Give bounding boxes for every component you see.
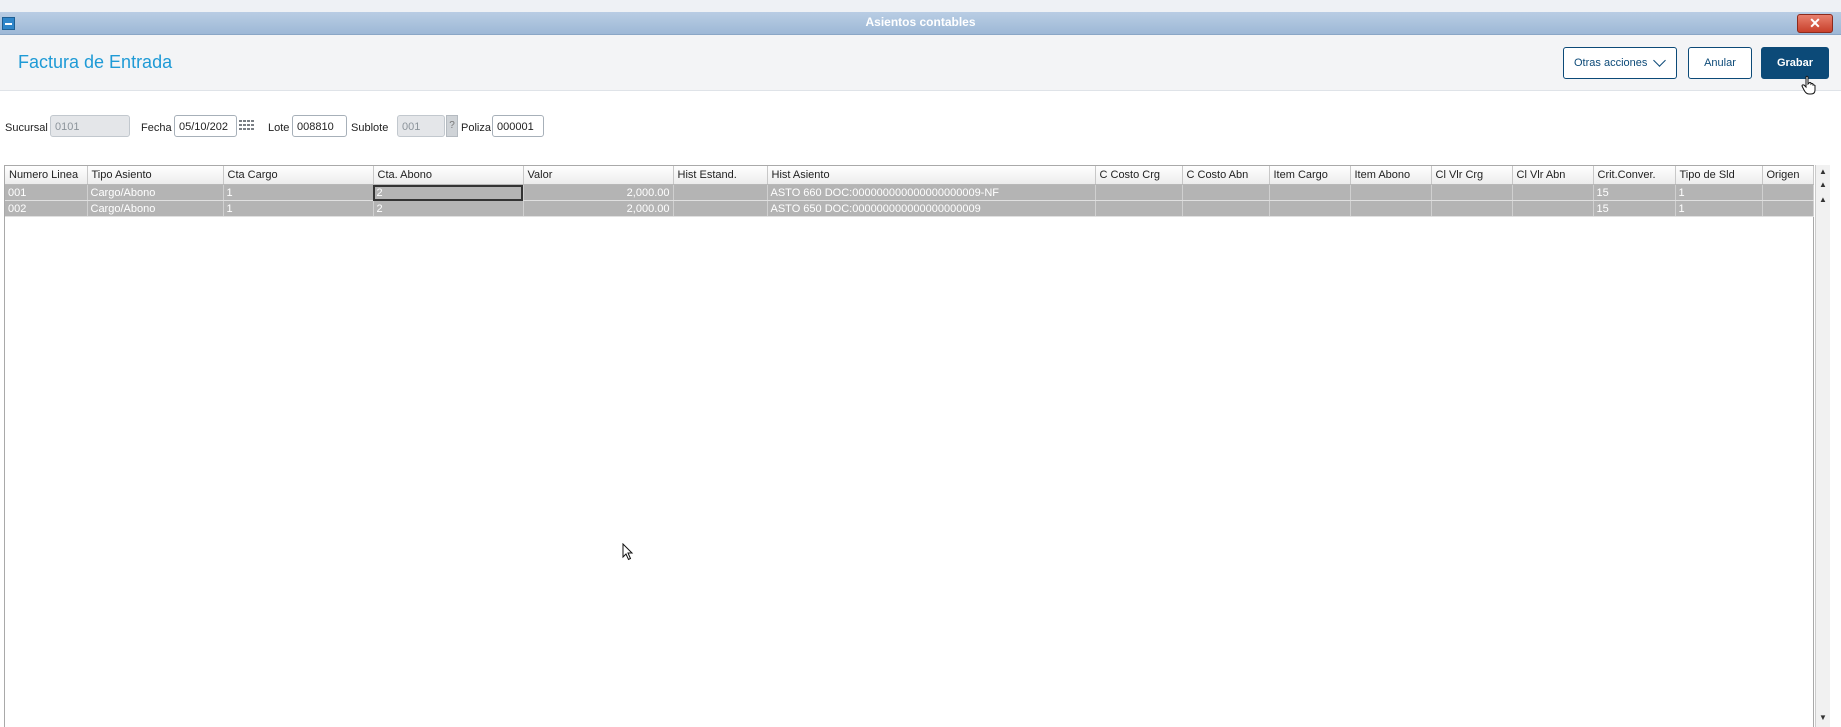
column-header[interactable]: Hist Asiento <box>767 166 1096 185</box>
column-header[interactable]: Tipo Asiento <box>87 166 224 185</box>
grid-cell[interactable] <box>1269 184 1351 201</box>
fecha-field[interactable]: 05/10/202 <box>174 115 237 137</box>
grid-cell[interactable] <box>1512 184 1594 201</box>
column-header[interactable]: Valor <box>523 166 674 185</box>
grid-header-row: Numero Linea Tipo Asiento Cta Cargo Cta.… <box>5 166 1814 185</box>
column-header[interactable]: Cl Vlr Abn <box>1512 166 1594 185</box>
other-actions-label: Otras acciones <box>1574 57 1648 69</box>
scroll-up-icon[interactable]: ▲ <box>1818 195 1828 206</box>
grid-cell[interactable] <box>673 200 768 217</box>
column-header[interactable]: Item Cargo <box>1269 166 1351 185</box>
page-title: Factura de Entrada <box>18 52 173 72</box>
scroll-page-up-icon[interactable]: ▲ <box>1818 180 1828 191</box>
grid-cell[interactable]: 002 <box>5 200 88 217</box>
window-titlebar: Asientos contables ✕ <box>0 12 1841 35</box>
table-row[interactable]: 001 Cargo/Abono 1 2 2,000.00 ASTO 660 DO… <box>5 184 1814 201</box>
grid-cell[interactable]: 1 <box>1675 200 1763 217</box>
column-header[interactable]: C Costo Abn <box>1182 166 1270 185</box>
grid-cell-focused[interactable]: 2 <box>373 184 524 201</box>
grid-cell[interactable] <box>1762 184 1814 201</box>
grid-cell[interactable]: 1 <box>1675 184 1763 201</box>
grid-cell[interactable]: ASTO 650 DOC:000000000000000000009 <box>767 200 1096 217</box>
cancel-button[interactable]: Anular <box>1688 47 1752 79</box>
save-label: Grabar <box>1776 57 1814 69</box>
grid-cell[interactable]: 15 <box>1593 184 1676 201</box>
grid-cell[interactable]: ASTO 660 DOC:000000000000000000009-NF <box>767 184 1096 201</box>
sublote-lookup-button[interactable]: ? <box>446 115 458 137</box>
grid-cell[interactable] <box>1269 200 1351 217</box>
grid-cell[interactable] <box>1182 200 1270 217</box>
sucursal-label: Sucursal <box>5 122 48 134</box>
lote-label: Lote <box>268 122 290 134</box>
column-header[interactable]: Crit.Conver. <box>1593 166 1676 185</box>
fecha-label: Fecha <box>141 122 172 134</box>
calendar-icon[interactable] <box>239 120 254 132</box>
column-header[interactable]: Hist Estand. <box>673 166 768 185</box>
column-header[interactable]: Cl Vlr Crg <box>1431 166 1513 185</box>
sucursal-field[interactable]: 0101 <box>50 115 130 137</box>
grid-cell[interactable] <box>1512 200 1594 217</box>
scroll-down-icon[interactable]: ▼ <box>1818 713 1828 724</box>
grid-cell[interactable] <box>673 184 768 201</box>
other-actions-button[interactable]: Otras acciones <box>1563 47 1677 79</box>
sublote-field[interactable]: 001 <box>397 115 445 137</box>
grid-cell[interactable]: 001 <box>5 184 88 201</box>
close-button[interactable]: ✕ <box>1797 14 1833 33</box>
grid-cell[interactable] <box>1431 200 1513 217</box>
grid-cell[interactable]: 1 <box>223 200 374 217</box>
grid-cell[interactable] <box>1350 184 1432 201</box>
column-header[interactable]: Tipo de Sld <box>1675 166 1763 185</box>
grid-cell[interactable]: 1 <box>223 184 374 201</box>
grid-cell[interactable] <box>1095 200 1183 217</box>
grid-cell[interactable]: 2,000.00 <box>523 184 674 201</box>
column-header[interactable]: Cta. Abono <box>373 166 524 185</box>
poliza-field[interactable]: 000001 <box>492 115 544 137</box>
grid-cell[interactable] <box>1431 184 1513 201</box>
vertical-scrollbar[interactable]: ▲ ▲ ▲ ▼ <box>1815 165 1830 727</box>
grid-cell[interactable] <box>1762 200 1814 217</box>
grid-cell[interactable] <box>1182 184 1270 201</box>
grid-cell[interactable]: 2 <box>373 200 524 217</box>
column-header[interactable]: Item Abono <box>1350 166 1432 185</box>
grid-cell[interactable] <box>1095 184 1183 201</box>
hand-cursor-icon <box>1801 75 1816 95</box>
scroll-top-icon[interactable]: ▲ <box>1818 167 1828 178</box>
column-header[interactable]: C Costo Crg <box>1095 166 1183 185</box>
window-title: Asientos contables <box>865 15 976 29</box>
grid-cell[interactable]: Cargo/Abono <box>87 200 224 217</box>
grid-cell[interactable] <box>1350 200 1432 217</box>
mouse-pointer-icon <box>622 543 634 561</box>
save-button[interactable]: Grabar <box>1761 47 1829 79</box>
lote-field[interactable]: 008810 <box>292 115 347 137</box>
entries-table: Numero Linea Tipo Asiento Cta Cargo Cta.… <box>5 166 1814 217</box>
entries-grid[interactable]: Numero Linea Tipo Asiento Cta Cargo Cta.… <box>4 165 1814 727</box>
column-header[interactable]: Cta Cargo <box>223 166 374 185</box>
header-fields: Sucursal 0101 Fecha 05/10/202 Lote 00881… <box>0 115 800 141</box>
poliza-label: Poliza <box>461 122 491 134</box>
grid-cell[interactable]: Cargo/Abono <box>87 184 224 201</box>
grid-cell[interactable]: 2,000.00 <box>523 200 674 217</box>
chevron-down-icon <box>1653 54 1666 67</box>
sublote-label: Sublote <box>351 122 389 134</box>
page-header: Factura de Entrada Otras acciones Anular… <box>0 35 1841 91</box>
column-header[interactable]: Numero Linea <box>5 166 88 185</box>
column-header[interactable]: Origen <box>1762 166 1814 185</box>
cancel-label: Anular <box>1704 57 1736 69</box>
grid-cell[interactable]: 15 <box>1593 200 1676 217</box>
table-row[interactable]: 002 Cargo/Abono 1 2 2,000.00 ASTO 650 DO… <box>5 200 1814 217</box>
